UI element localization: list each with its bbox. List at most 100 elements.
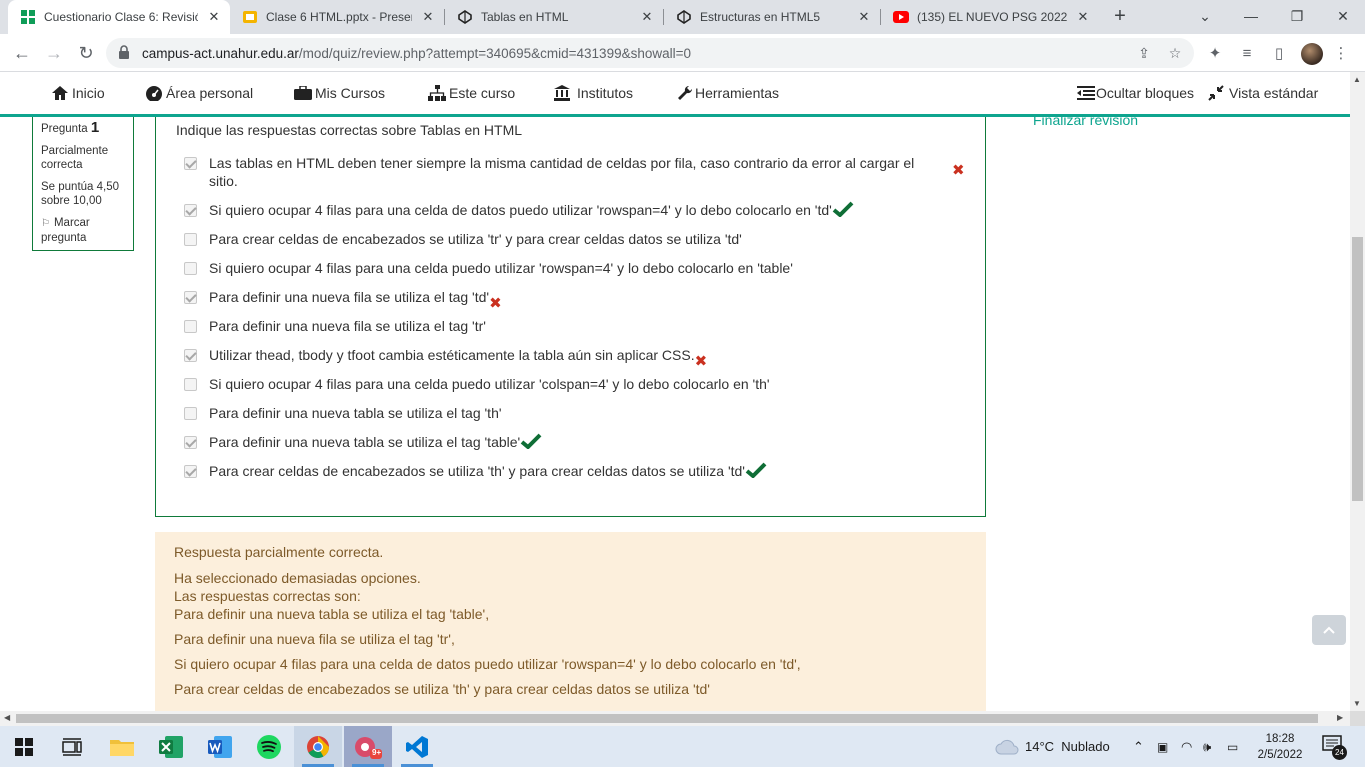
tab-pptx[interactable]: Clase 6 HTML.pptx - Presenta ✕ [230,0,444,34]
notification-center-button[interactable]: 24 [1322,735,1347,760]
answer-checkbox[interactable] [184,233,197,246]
back-to-top-button[interactable] [1312,615,1346,645]
answer-checkbox[interactable] [184,320,197,333]
side-panel-icon[interactable]: ▯ [1269,43,1289,63]
new-tab-button[interactable]: + [1109,5,1131,27]
answer-text-with-mark: Para definir una nueva tabla se utiliza … [209,433,542,453]
tab-estructuras[interactable]: Estructuras en HTML5 ✕ [664,0,880,34]
nav-herramientas[interactable]: Herramientas [676,84,779,102]
close-window-button[interactable]: ✕ [1321,4,1365,28]
excel-button[interactable] [147,726,195,767]
back-button[interactable]: ← [9,40,35,66]
correct-answer-item: Para definir una nueva tabla se utiliza … [174,606,490,622]
chrome-button[interactable] [294,726,342,767]
word-button[interactable] [196,726,244,767]
tab-tablas[interactable]: Tablas en HTML ✕ [445,0,663,34]
close-icon[interactable]: ✕ [856,9,872,25]
scroll-right-arrow-icon[interactable]: ▶ [1337,713,1343,722]
ocultar-bloques-label: Ocultar bloques [1096,85,1195,101]
question-info-box: Pregunta 1 Parcialmente correcta Se punt… [32,117,134,251]
finalizar-revision-link[interactable]: Finalizar revisión [1033,117,1138,128]
bookmark-star-icon[interactable]: ☆ [1167,45,1183,61]
vista-estandar-button[interactable]: Vista estándar [1207,84,1318,102]
vscode-button[interactable] [393,726,441,767]
answer-checkbox[interactable] [184,465,197,478]
answer-checkbox[interactable] [184,436,197,449]
correct-check-icon [832,201,854,221]
chevron-up-icon [1323,626,1335,634]
question-number: Pregunta 1 [41,119,125,136]
windows-logo-icon [15,737,33,756]
answer-text-with-mark: Para definir una nueva fila se utiliza e… [209,288,502,313]
horizontal-scrollbar[interactable]: ◀ ▶ [0,711,1350,726]
nav-este-curso[interactable]: Este curso [428,84,515,102]
extensions-puzzle-icon[interactable]: ✦ [1205,43,1225,63]
minimize-button[interactable]: — [1229,4,1273,28]
clock-date: 2/5/2022 [1257,749,1303,761]
tab-title: Clase 6 HTML.pptx - Presenta [266,10,412,24]
dashboard-gauge-icon [145,84,163,102]
scroll-down-arrow-icon[interactable]: ▼ [1353,699,1361,708]
nav-inicio[interactable]: Inicio [51,84,105,102]
correct-answer-item: Para definir una nueva fila se utiliza e… [174,631,455,647]
lock-icon[interactable] [118,45,130,64]
answer-checkbox[interactable] [184,157,197,170]
browser-tab-bar: Cuestionario Clase 6: Revisión ✕ Clase 6… [0,0,1365,34]
scroll-left-arrow-icon[interactable]: ◀ [4,713,10,722]
answer-checkbox[interactable] [184,291,197,304]
battery-icon[interactable]: ▭ [1227,726,1238,767]
briefcase-icon [294,84,312,102]
menu-kebab-icon[interactable]: ⋮ [1331,43,1351,63]
system-clock[interactable]: 18:28 2/5/2022 [1252,731,1308,763]
answer-checkbox[interactable] [184,262,197,275]
answer-text-with-mark: Si quiero ocupar 4 filas para una celda … [209,201,854,221]
nav-institutos[interactable]: Institutos [553,84,633,102]
wifi-icon[interactable]: ◠ [1181,726,1192,767]
chrome-beta-button[interactable]: 9+ [344,726,392,767]
nav-area-personal[interactable]: Área personal [145,84,253,102]
meet-now-icon[interactable]: ▣ [1157,726,1168,767]
task-view-button[interactable] [48,726,96,767]
answer-checkbox[interactable] [184,407,197,420]
wrench-icon [676,84,694,102]
question-label: Pregunta [41,123,88,135]
url-bar[interactable]: campus-act.unahur.edu.ar/mod/quiz/review… [106,38,1194,68]
answer-checkbox[interactable] [184,349,197,362]
vertical-scroll-thumb[interactable] [1352,237,1363,501]
horizontal-scroll-thumb[interactable] [16,714,1318,723]
answer-checkbox[interactable] [184,204,197,217]
ocultar-bloques-button[interactable]: Ocultar bloques [1077,84,1194,102]
youtube-favicon-icon [893,9,909,25]
answer-text: Si quiero ocupar 4 filas para una celda … [209,202,832,218]
tab-search-chevron-icon[interactable]: ⌄ [1183,4,1227,28]
profile-avatar[interactable] [1301,43,1323,65]
tray-overflow-chevron-icon[interactable]: ⌃ [1133,726,1144,767]
answer-text: Si quiero ocupar 4 filas para una celda … [209,260,793,276]
scroll-up-arrow-icon[interactable]: ▲ [1353,75,1361,84]
nav-mis-cursos[interactable]: Mis Cursos [294,84,385,102]
answer-text: Para crear celdas de encabezados se util… [209,463,745,479]
close-icon[interactable]: ✕ [206,9,222,25]
share-icon[interactable]: ⇪ [1136,45,1152,61]
close-icon[interactable]: ✕ [639,9,655,25]
windows-start-button[interactable] [0,726,48,767]
tab-youtube[interactable]: (135) EL NUEVO PSG 2022/2 ✕ [881,0,1099,34]
spotify-button[interactable] [245,726,293,767]
close-icon[interactable]: ✕ [420,9,436,25]
answer-checkbox[interactable] [184,378,197,391]
flag-question-link[interactable]: ⚐ Marcar pregunta [41,216,125,245]
reload-button[interactable]: ↻ [73,40,99,66]
forward-button[interactable]: → [41,40,67,66]
vertical-scrollbar[interactable]: ▲ ▼ [1350,72,1365,711]
tab-quiz-review[interactable]: Cuestionario Clase 6: Revisión ✕ [8,0,230,34]
weather-widget[interactable]: 14°C Nublado [995,726,1110,767]
question-content-box: Indique las respuestas correctas sobre T… [155,117,986,517]
tab-title: Tablas en HTML [481,10,569,24]
close-icon[interactable]: ✕ [1075,9,1091,25]
volume-icon[interactable]: 🕪 [1203,726,1211,767]
nav-este-curso-label: Este curso [449,85,516,101]
restore-button[interactable]: ❐ [1275,4,1319,28]
media-control-icon[interactable]: ≡ [1237,43,1257,63]
incorrect-x-icon: ✖ [952,162,965,179]
file-explorer-button[interactable] [98,726,146,767]
